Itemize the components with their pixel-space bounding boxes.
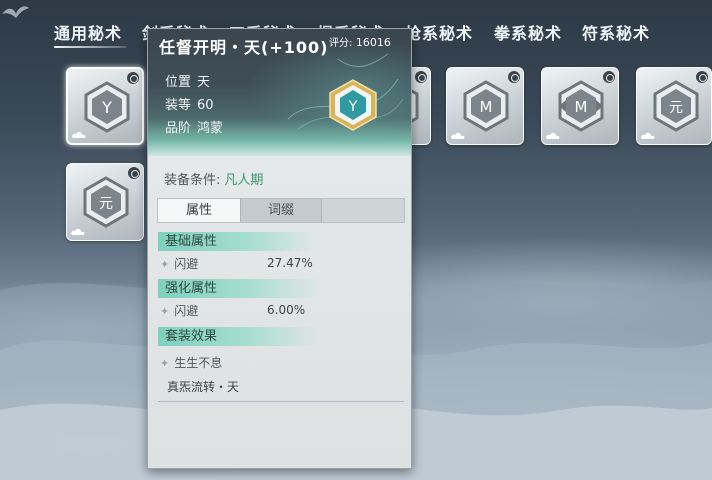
lock-icon [507,70,521,84]
item-slot[interactable]: M [541,67,619,145]
cloud-icon [641,132,655,139]
lock-icon [414,70,428,84]
cloud-icon [71,228,85,235]
requirement-value: 凡人期 [224,173,264,188]
item-title: 任督开明・天(+100) [159,38,329,57]
star-icon: ✦ [160,305,170,318]
position-row: 位置天 [165,71,210,90]
set-name: 生生不息 [174,356,223,370]
enhance-attribute-label: 闪避 [174,304,199,318]
requirement-row: 装备条件: 凡人期 [164,169,263,188]
bird-decoration [2,6,29,18]
svg-text:元: 元 [669,100,683,116]
set-piece: 真炁流转・天 [167,380,240,394]
svg-text:M: M [575,98,588,116]
tab-affixes[interactable]: 词缀 [240,199,322,222]
enhance-attribute-name: ✦ 闪避 [160,302,198,319]
enhance-attributes-header: 强化属性 [158,279,318,298]
tab-general[interactable]: 通用秘术 [54,20,127,48]
svg-text:元: 元 [99,196,113,212]
set-name-row: ✦ 生生不息 [160,354,222,371]
item-slot[interactable]: 元 [636,67,712,145]
item-slot[interactable]: 元 [66,163,144,241]
tooltip-header: 任督开明・天(+100) 评分: 16016 位置天 装等 60 品阶 鸿蒙 Y [148,29,411,156]
lock-icon [695,70,709,84]
detail-tabs: 属性 词缀 [157,198,405,223]
basic-attribute-label: 闪避 [174,257,199,271]
lock-icon [602,70,616,84]
level-label: 装等 [165,98,192,113]
item-slot[interactable]: M [446,67,524,145]
basic-attribute-value: 27.47% [267,256,313,270]
score-label: 评分: [329,38,353,49]
requirement-label: 装备条件: [164,173,221,188]
basic-attributes-header: 基础属性 [158,232,318,251]
tab-attributes[interactable]: 属性 [158,199,240,222]
item-score: 评分: 16016 [329,34,391,49]
score-value: 16016 [355,36,391,49]
tab-talisman[interactable]: 符系秘术 [582,20,650,46]
cloud-icon [451,132,465,139]
tab-spear[interactable]: 枪系秘术 [405,20,473,46]
hexagon-emblem-icon: Y [84,81,130,133]
divider [158,401,404,402]
hexagon-emblem-icon: 元 [653,80,699,132]
grade-label: 品阶 [165,121,192,136]
grade-row: 品阶 鸿蒙 [165,117,223,136]
level-value: 60 [197,98,214,113]
star-icon: ✦ [160,357,170,370]
position-label: 位置 [165,75,192,90]
hexagon-emblem-icon: 元 [83,176,129,228]
set-effect-header: 套装效果 [158,327,318,346]
svg-text:Y: Y [101,98,112,117]
svg-text:Y: Y [348,99,358,115]
hexagon-emblem-icon: M [558,80,604,132]
lock-icon [126,71,140,85]
lock-icon [127,166,141,180]
position-value: 天 [197,75,211,90]
cloud-icon [546,132,560,139]
item-gem-icon: Y [329,79,377,131]
basic-attribute-name: ✦ 闪避 [160,255,198,272]
cloud-icon [72,131,86,138]
item-slot[interactable]: Y [66,67,144,145]
star-icon: ✦ [160,258,170,271]
svg-text:M: M [480,98,493,116]
item-tooltip: 任督开明・天(+100) 评分: 16016 位置天 装等 60 品阶 鸿蒙 Y 装… [147,28,412,469]
hexagon-emblem-icon: M [463,80,509,132]
tab-fist[interactable]: 拳系秘术 [494,20,562,46]
enhance-attribute-value: 6.00% [267,303,306,317]
level-row: 装等 60 [165,94,214,113]
grade-value: 鸿蒙 [197,121,224,136]
